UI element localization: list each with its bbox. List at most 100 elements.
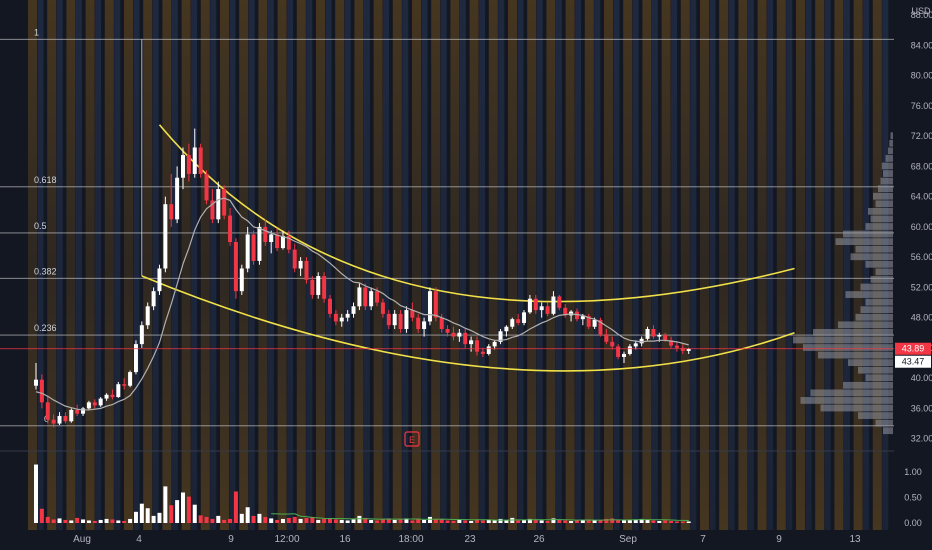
candle-body[interactable] bbox=[292, 249, 297, 269]
candle-body[interactable] bbox=[463, 332, 468, 345]
candle-body[interactable] bbox=[257, 226, 262, 261]
candle-body[interactable] bbox=[186, 155, 191, 174]
candle-body[interactable] bbox=[439, 317, 444, 329]
candle-body[interactable] bbox=[275, 234, 280, 249]
candle-body[interactable] bbox=[674, 345, 679, 348]
candle-body[interactable] bbox=[333, 313, 338, 322]
candle-body[interactable] bbox=[151, 291, 156, 307]
candle-body[interactable] bbox=[163, 204, 168, 269]
candle-body[interactable] bbox=[51, 419, 56, 424]
candle-body[interactable] bbox=[298, 260, 303, 269]
candle-body[interactable] bbox=[398, 313, 403, 329]
candle-body[interactable] bbox=[69, 409, 74, 422]
candle-body[interactable] bbox=[228, 215, 233, 243]
candle-body[interactable] bbox=[622, 353, 626, 357]
candle-body[interactable] bbox=[516, 319, 521, 323]
candle-body[interactable] bbox=[204, 173, 209, 201]
candle-body[interactable] bbox=[645, 328, 650, 339]
candle-body[interactable] bbox=[92, 402, 97, 406]
candle-body[interactable] bbox=[539, 306, 544, 311]
candle-body[interactable] bbox=[369, 291, 374, 307]
candle-body[interactable] bbox=[457, 332, 462, 337]
candle-body[interactable] bbox=[63, 415, 68, 422]
candle-body[interactable] bbox=[363, 287, 368, 307]
candle-body[interactable] bbox=[504, 326, 509, 332]
candle-body[interactable] bbox=[392, 313, 397, 326]
candle-body[interactable] bbox=[592, 319, 597, 327]
candle-body[interactable] bbox=[633, 343, 638, 347]
candle-body[interactable] bbox=[357, 287, 362, 307]
candle-body[interactable] bbox=[469, 340, 474, 345]
candle-body[interactable] bbox=[422, 321, 427, 329]
candle-body[interactable] bbox=[110, 394, 115, 398]
candle-body[interactable] bbox=[192, 147, 197, 174]
candle-body[interactable] bbox=[610, 341, 615, 347]
candle-body[interactable] bbox=[451, 332, 456, 337]
candle-body[interactable] bbox=[510, 319, 515, 327]
candle-body[interactable] bbox=[128, 372, 133, 386]
candle-body[interactable] bbox=[169, 204, 174, 220]
candle-body[interactable] bbox=[116, 384, 121, 398]
candle-body[interactable] bbox=[551, 296, 556, 314]
candle-body[interactable] bbox=[304, 260, 309, 280]
candle-body[interactable] bbox=[527, 298, 532, 313]
candle-body[interactable] bbox=[557, 296, 562, 308]
candle-body[interactable] bbox=[198, 147, 203, 174]
candle-body[interactable] bbox=[263, 226, 268, 243]
candle-body[interactable] bbox=[580, 316, 585, 320]
candle-body[interactable] bbox=[316, 276, 321, 295]
candle-body[interactable] bbox=[139, 325, 144, 345]
candle-body[interactable] bbox=[122, 384, 127, 386]
candle-body[interactable] bbox=[157, 268, 162, 292]
candle-body[interactable] bbox=[416, 317, 421, 329]
candle-body[interactable] bbox=[322, 276, 327, 299]
candle-body[interactable] bbox=[98, 398, 103, 406]
candle-body[interactable] bbox=[663, 335, 668, 341]
candle-body[interactable] bbox=[351, 306, 356, 314]
candle-body[interactable] bbox=[39, 379, 44, 403]
candle-body[interactable] bbox=[339, 317, 344, 322]
candle-body[interactable] bbox=[657, 335, 662, 337]
trading-chart[interactable]: 10.6180.50.3820.2360 E USD 32.0036.0040.… bbox=[0, 0, 932, 550]
candle-body[interactable] bbox=[492, 341, 497, 347]
candle-body[interactable] bbox=[486, 346, 491, 354]
candle-body[interactable] bbox=[604, 334, 609, 342]
candle-body[interactable] bbox=[280, 235, 285, 249]
candle-body[interactable] bbox=[145, 306, 150, 326]
candle-body[interactable] bbox=[34, 379, 38, 386]
candle-body[interactable] bbox=[57, 415, 62, 424]
candle-body[interactable] bbox=[533, 298, 538, 311]
candle-body[interactable] bbox=[245, 234, 250, 269]
candle-body[interactable] bbox=[380, 302, 385, 314]
candle-body[interactable] bbox=[104, 394, 109, 399]
candle-body[interactable] bbox=[233, 242, 238, 292]
candle-body[interactable] bbox=[86, 402, 91, 409]
candle-body[interactable] bbox=[386, 313, 391, 326]
candle-body[interactable] bbox=[545, 306, 550, 314]
candle-body[interactable] bbox=[433, 291, 438, 318]
candle-body[interactable] bbox=[222, 189, 227, 216]
candle-body[interactable] bbox=[480, 351, 485, 354]
price-tick-label: 80.00 bbox=[911, 71, 932, 81]
candle-body[interactable] bbox=[239, 268, 244, 292]
candle-body[interactable] bbox=[181, 155, 185, 178]
candle-body[interactable] bbox=[404, 310, 409, 329]
candle-body[interactable] bbox=[475, 340, 479, 352]
candle-body[interactable] bbox=[345, 313, 350, 318]
candle-body[interactable] bbox=[310, 279, 315, 295]
candle-body[interactable] bbox=[651, 328, 656, 337]
candle-body[interactable] bbox=[328, 298, 332, 314]
candle-body[interactable] bbox=[627, 346, 632, 354]
candle-body[interactable] bbox=[75, 409, 80, 414]
candle-body[interactable] bbox=[251, 234, 256, 261]
candle-body[interactable] bbox=[133, 344, 138, 373]
candle-body[interactable] bbox=[616, 346, 621, 357]
candle-body[interactable] bbox=[216, 189, 221, 220]
candle-body[interactable] bbox=[427, 291, 432, 322]
candle-body[interactable] bbox=[375, 291, 380, 303]
candle-body[interactable] bbox=[445, 328, 450, 333]
candle-body[interactable] bbox=[45, 402, 50, 420]
candle-body[interactable] bbox=[175, 177, 180, 220]
candle-body[interactable] bbox=[522, 312, 527, 323]
candle-body[interactable] bbox=[269, 234, 274, 243]
